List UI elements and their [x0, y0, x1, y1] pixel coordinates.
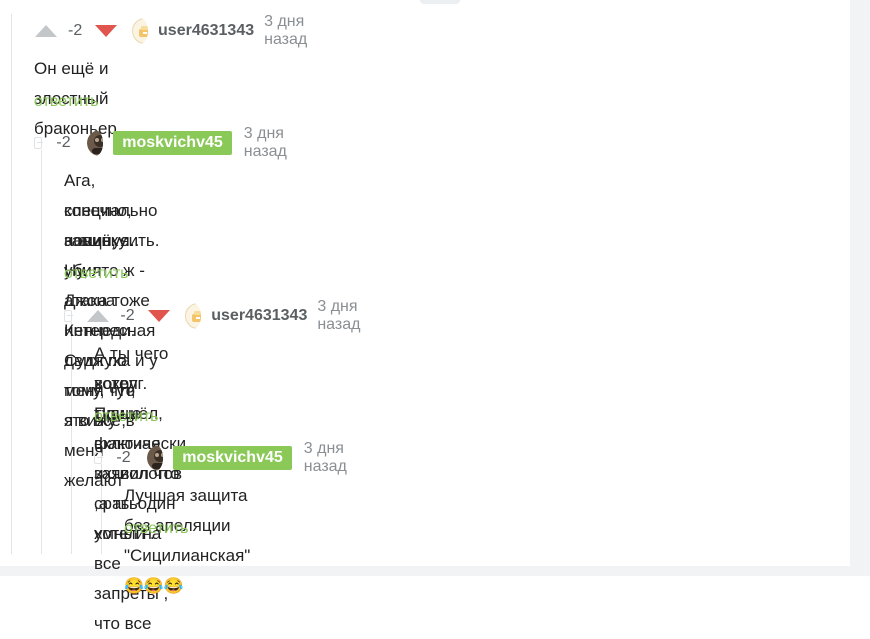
collapse-thread-icon[interactable]: [64, 310, 74, 322]
thread-line-level-1[interactable]: [11, 14, 12, 554]
reply-link[interactable]: ответить: [34, 93, 99, 111]
timestamp[interactable]: 3 дня назад: [317, 298, 373, 334]
rating: -2: [68, 22, 83, 39]
username[interactable]: user4631343: [211, 307, 307, 325]
timestamp[interactable]: 3 дня назад: [304, 440, 360, 476]
rating: -2: [116, 449, 131, 466]
username[interactable]: user4631343: [158, 22, 254, 40]
timestamp[interactable]: 3 дня назад: [244, 125, 300, 161]
triangle-down-icon[interactable]: [147, 309, 171, 323]
comment-header: -2 moskvichv45 3 дня назад: [34, 125, 300, 160]
reply-link[interactable]: ответить: [124, 520, 189, 538]
collapse-thread-icon[interactable]: [94, 452, 104, 464]
laughing-emoji-icon: 😂😂😂: [124, 578, 184, 595]
rating: -2: [56, 134, 71, 151]
timestamp[interactable]: 3 дня назад: [264, 13, 317, 49]
reply-link[interactable]: ответить: [64, 265, 129, 283]
avatar[interactable]: [146, 445, 164, 471]
top-shade: [420, 0, 460, 4]
triangle-up-icon[interactable]: [34, 24, 58, 38]
collapse-thread-icon[interactable]: [34, 137, 44, 149]
thread-line-level-2[interactable]: [41, 150, 42, 554]
avatar[interactable]: [86, 130, 104, 156]
comment-header: -2 user4631343 3 дня назад: [34, 13, 317, 48]
username-badge[interactable]: moskvichv45: [113, 131, 232, 155]
comment-text: Лучшая защита без апеляции "Сицилианская…: [124, 481, 250, 602]
comment-header: -2 moskvichv45 3 дня назад: [94, 440, 360, 475]
reply-link[interactable]: ответить: [94, 408, 159, 426]
comment-text-line: новинку...: [64, 231, 140, 250]
avatar[interactable]: [184, 303, 202, 329]
triangle-down-icon[interactable]: [94, 24, 118, 38]
username-badge[interactable]: moskvichv45: [173, 446, 292, 470]
comment-header: -2 user4631343 3 дня назад: [64, 298, 373, 333]
avatar[interactable]: [132, 18, 149, 44]
rating: -2: [120, 307, 135, 324]
triangle-up-icon[interactable]: [86, 309, 110, 323]
page-gutter-right: [850, 0, 870, 576]
